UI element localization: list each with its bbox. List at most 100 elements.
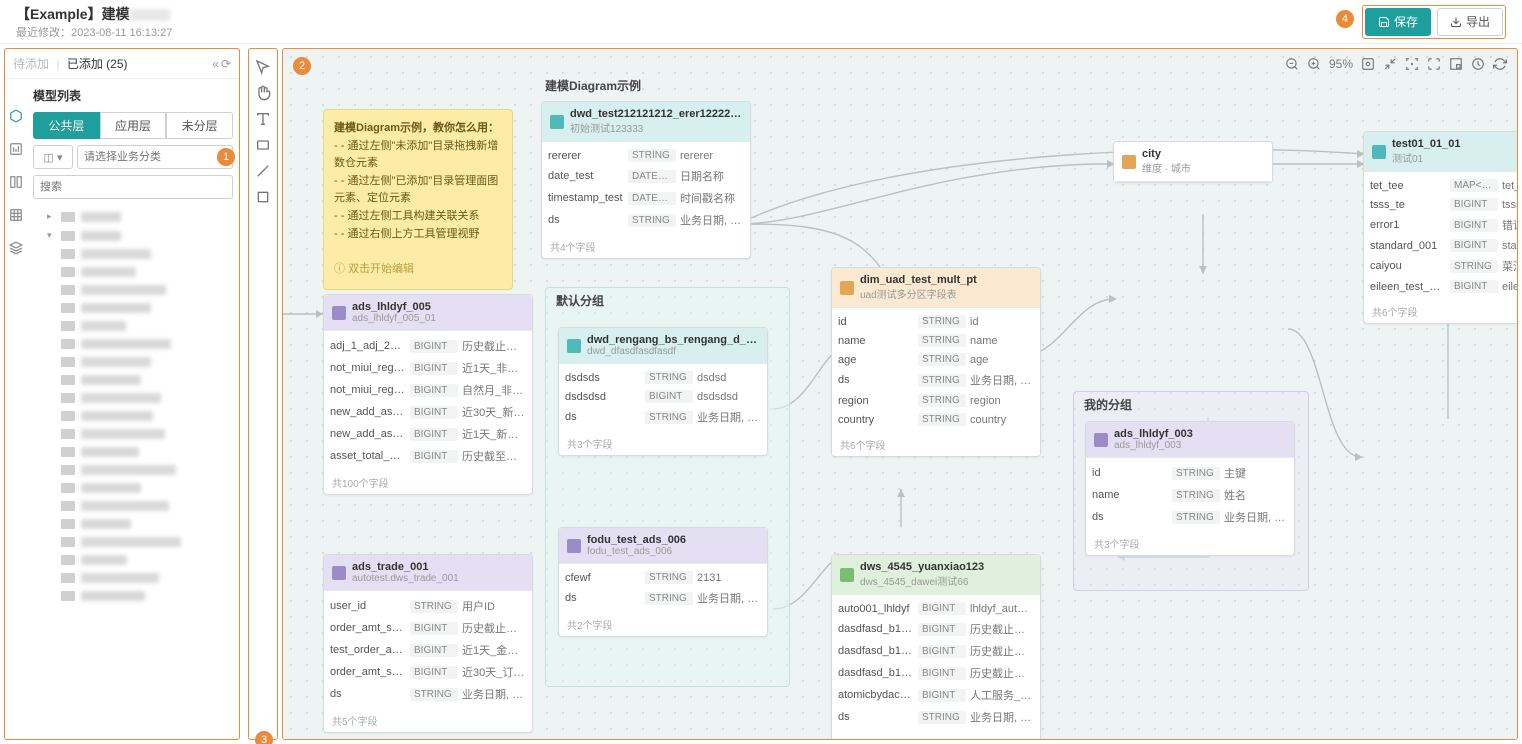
tree-item[interactable]: [33, 569, 233, 587]
tree-item[interactable]: [33, 371, 233, 389]
tree-item[interactable]: [33, 407, 233, 425]
table-row[interactable]: user_idSTRING用户ID: [330, 595, 526, 617]
expand-icon[interactable]: [1427, 57, 1441, 71]
tree-item[interactable]: [33, 587, 233, 605]
tree-item[interactable]: [33, 299, 233, 317]
card-fodu[interactable]: fodu_test_ads_006fodu_test_ads_006 cfewf…: [558, 527, 768, 637]
table-row[interactable]: tet_teeMAP<S...tet_tee: [1370, 176, 1518, 195]
tab-pending[interactable]: 待添加: [13, 57, 49, 71]
select-tool-icon[interactable]: [255, 59, 271, 75]
tree-item[interactable]: ▾: [33, 226, 233, 245]
table-row[interactable]: countrySTRINGcountry: [838, 410, 1034, 429]
table-row[interactable]: dsdsdsSTRINGdsdsd: [565, 368, 761, 387]
card-dws4545[interactable]: dws_4545_yuanxiao123dws_4545_dawei测试66 a…: [831, 554, 1041, 740]
table-row[interactable]: new_add_asset_...BIGINT近30天_新增资...: [330, 401, 526, 423]
table-row[interactable]: standard_001BIGINTstandard_001: [1370, 236, 1518, 255]
card-ads-trade[interactable]: ads_trade_001autotest.dws_trade_001 user…: [323, 554, 533, 733]
tree-item[interactable]: [33, 335, 233, 353]
table-row[interactable]: eileen_test_bianBIGINTeileen_test_bian: [1370, 277, 1518, 296]
table-row[interactable]: timestamp_testDATETI...时间戳名称: [548, 187, 744, 209]
table-row[interactable]: atomicbydac_b1...BIGINT人工服务_历史截...: [838, 684, 1034, 706]
minimap-icon[interactable]: [1449, 57, 1463, 71]
layout-icon[interactable]: [9, 175, 23, 194]
reload-icon[interactable]: [1493, 57, 1507, 71]
connector-tool-icon[interactable]: [255, 163, 271, 179]
tree-item[interactable]: [33, 551, 233, 569]
card-rengang[interactable]: dwd_rengang_bs_rengang_d_ddd_ddddwd_dfas…: [558, 327, 768, 456]
card-ads003[interactable]: ads_lhldyf_003ads_lhldyf_003 idSTRING主键n…: [1085, 421, 1295, 556]
table-row[interactable]: asset_total_num...BIGINT历史截至当日_...: [330, 445, 526, 467]
tab-unclassified-layer[interactable]: 未分层: [166, 112, 233, 139]
tree-item[interactable]: [33, 497, 233, 515]
target-icon[interactable]: [1405, 57, 1419, 71]
card-dim-uad[interactable]: dim_uad_test_mult_ptuad测试多分区字段表 idSTRING…: [831, 267, 1041, 457]
layers-icon[interactable]: [9, 241, 23, 260]
table-row[interactable]: dasdfasd_b1m_p...BIGINT历史截止到前30...: [838, 662, 1034, 684]
table-row[interactable]: dsSTRING业务日期, yyyym...: [1092, 506, 1288, 528]
sticky-note[interactable]: 建模Diagram示例，教你怎么用： - - 通过左侧"未添加"目录拖拽新增数仓…: [323, 109, 513, 290]
table-row[interactable]: idSTRINGid: [838, 312, 1034, 331]
table-row[interactable]: adj_1_adj_2_reg...BIGINT历史截止到昨天...: [330, 335, 526, 357]
table-row[interactable]: new_add_asset_...BIGINT近1天_新增资产...: [330, 423, 526, 445]
table-row[interactable]: tsss_teBIGINTtsss_te: [1370, 195, 1518, 214]
diagram-canvas[interactable]: 95%: [283, 49, 1517, 739]
table-row[interactable]: regionSTRINGregion: [838, 391, 1034, 410]
card-test01[interactable]: test01_01_01测试01 tet_teeMAP<S...tet_teet…: [1363, 131, 1518, 324]
export-button[interactable]: 导出: [1437, 8, 1503, 36]
tab-added[interactable]: 已添加 (25): [67, 57, 128, 71]
tree-item[interactable]: [33, 281, 233, 299]
table-row[interactable]: dsSTRING业务日期, yyyym...: [548, 209, 744, 231]
card-ads005[interactable]: ads_lhldyf_005ads_lhldyf_005_01 adj_1_ad…: [323, 294, 533, 495]
tree-item[interactable]: ▸: [33, 207, 233, 226]
fit-icon[interactable]: [1361, 57, 1375, 71]
tree-item[interactable]: [33, 353, 233, 371]
table-row[interactable]: not_miui_reg_us...BIGINT近1天_非MIUI操...: [330, 357, 526, 379]
table-row[interactable]: dsSTRING业务日期, yyyym...: [565, 406, 761, 428]
table-row[interactable]: dsSTRING业务日期, yyyym...: [838, 369, 1034, 391]
table-row[interactable]: dsdsdsdBIGINTdsdsdsd: [565, 387, 761, 406]
table-row[interactable]: not_miui_reg_us...BIGINT自然月_非MIUI...: [330, 379, 526, 401]
tree-item[interactable]: [33, 515, 233, 533]
table-row[interactable]: ageSTRINGage: [838, 350, 1034, 369]
chart-icon[interactable]: [9, 142, 23, 161]
tree-item[interactable]: [33, 479, 233, 497]
table-row[interactable]: caiyouSTRING菜油猫: [1370, 255, 1518, 277]
card-dwd-test[interactable]: dwd_test212121212_erer122222_dm_teache..…: [541, 101, 751, 259]
tree-item[interactable]: [33, 245, 233, 263]
zoom-out-icon[interactable]: [1285, 57, 1299, 71]
cube-icon[interactable]: [9, 109, 23, 128]
table-row[interactable]: date_testDATETI...日期名称: [548, 165, 744, 187]
history-icon[interactable]: [1471, 57, 1485, 71]
grid-icon[interactable]: [9, 208, 23, 227]
filter-mode-select[interactable]: ◫ ▾: [33, 145, 73, 169]
table-row[interactable]: rerererSTRINGrererer: [548, 146, 744, 165]
tab-app-layer[interactable]: 应用层: [100, 112, 167, 139]
refresh-icon[interactable]: ⟳: [221, 57, 231, 71]
table-row[interactable]: cfewfSTRING2131: [565, 568, 761, 587]
table-row[interactable]: dsSTRING业务日期, yyyym...: [838, 706, 1034, 728]
text-tool-icon[interactable]: [255, 111, 271, 127]
table-row[interactable]: test_order_amt_s...BIGINT近1天_金额大于1...: [330, 639, 526, 661]
hand-tool-icon[interactable]: [255, 85, 271, 101]
tree-item[interactable]: [33, 443, 233, 461]
tab-public-layer[interactable]: 公共层: [33, 112, 100, 139]
tree-item[interactable]: [33, 263, 233, 281]
shrink-icon[interactable]: [1383, 57, 1397, 71]
table-row[interactable]: nameSTRINGname: [838, 331, 1034, 350]
collapse-icon[interactable]: «: [212, 57, 219, 71]
table-row[interactable]: dasdfasd_b1d_o...BIGINT历史截止到昨天...: [838, 640, 1034, 662]
search-input[interactable]: [33, 175, 233, 199]
table-row[interactable]: dsSTRING业务日期, yyyym...: [565, 587, 761, 609]
table-row[interactable]: idSTRING主键: [1092, 462, 1288, 484]
tree-item[interactable]: [33, 533, 233, 551]
zoom-in-icon[interactable]: [1307, 57, 1321, 71]
table-row[interactable]: dasdfasd_b1d_fs...BIGINT历史截止到昨天...: [838, 618, 1034, 640]
table-row[interactable]: error1BIGINT错误1: [1370, 214, 1518, 236]
save-button[interactable]: 保存: [1365, 8, 1431, 36]
business-category-select[interactable]: [77, 145, 233, 169]
table-row[interactable]: nameSTRING姓名: [1092, 484, 1288, 506]
table-row[interactable]: auto001_lhldyfBIGINTlhldyf_auto001: [838, 599, 1034, 618]
table-row[interactable]: order_amt_sum_...BIGINT历史截止到昨天...: [330, 617, 526, 639]
tree-item[interactable]: [33, 425, 233, 443]
tree-item[interactable]: [33, 461, 233, 479]
